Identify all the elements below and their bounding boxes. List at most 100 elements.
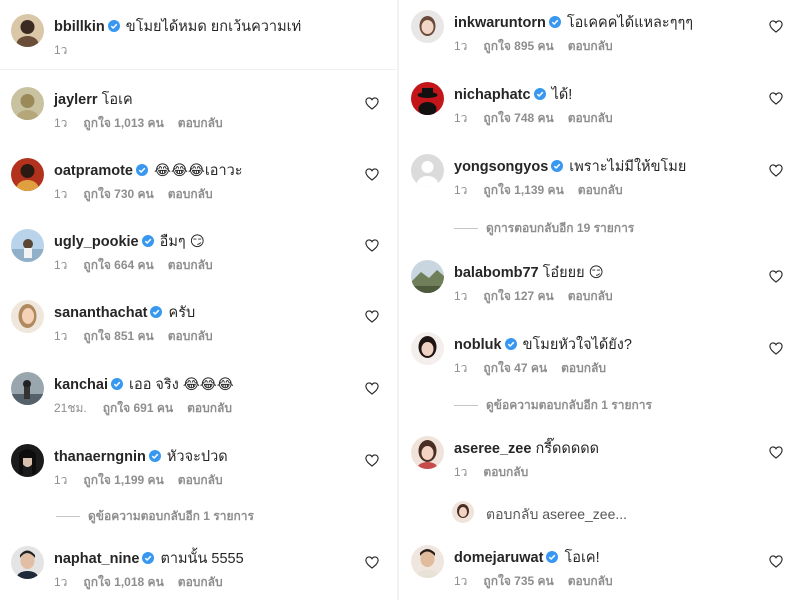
comment-text: ขโมยได้หมด ยกเว้นความเท่ xyxy=(125,19,302,35)
comment-text: กรี๊ดดดดด xyxy=(535,441,600,457)
like-heart-icon[interactable] xyxy=(769,164,783,177)
avatar[interactable] xyxy=(11,546,44,579)
reply-button[interactable]: ตอบกลับ xyxy=(561,361,606,375)
like-heart-icon[interactable] xyxy=(769,92,783,105)
reply-button[interactable]: ตอบกลับ xyxy=(568,289,613,303)
reply-button[interactable]: ตอบกลับ xyxy=(568,574,613,588)
like-count[interactable]: ถูกใจ 748 คน xyxy=(483,111,553,125)
like-heart-icon[interactable] xyxy=(365,382,379,395)
like-heart-icon[interactable] xyxy=(365,168,379,181)
verified-badge-icon xyxy=(148,449,161,462)
comment-time: 1ว xyxy=(454,183,468,197)
like-heart-icon[interactable] xyxy=(769,20,783,33)
comment-text: หัวจะปวด xyxy=(166,449,228,465)
like-heart-icon[interactable] xyxy=(365,556,379,569)
reply-button[interactable]: ตอบกลับ xyxy=(178,116,223,130)
username[interactable]: domejaruwat xyxy=(454,550,543,566)
username[interactable]: ugly_pookie xyxy=(54,234,139,250)
username[interactable]: jaylerr xyxy=(54,92,98,108)
avatar[interactable] xyxy=(411,545,444,578)
verified-badge-icon xyxy=(135,163,148,176)
like-count[interactable]: ถูกใจ 895 คน xyxy=(483,39,553,53)
like-heart-icon[interactable] xyxy=(365,310,379,323)
avatar[interactable] xyxy=(11,372,44,405)
avatar[interactable] xyxy=(411,332,444,365)
comment-text: โอ๋ยยย 😏 xyxy=(542,265,604,281)
like-count[interactable]: ถูกใจ 851 คน xyxy=(83,329,153,343)
username[interactable]: thanaerngnin xyxy=(54,449,146,465)
reply-button[interactable]: ตอบกลับ xyxy=(168,187,213,201)
comment-time: 1ว xyxy=(454,465,468,479)
like-heart-icon[interactable] xyxy=(769,270,783,283)
comment-time: 1ว xyxy=(54,258,68,272)
username[interactable]: inkwaruntorn xyxy=(454,15,546,31)
avatar[interactable] xyxy=(11,300,44,333)
reply-button[interactable]: ตอบกลับ xyxy=(578,183,623,197)
like-count[interactable]: ถูกใจ 664 คน xyxy=(83,258,153,272)
username[interactable]: bbillkin xyxy=(54,19,105,35)
comment-item: nobluk ขโมยหัวใจได้ยัง? 1ว ถูกใจ 47 คน ตอบ… xyxy=(400,332,800,392)
like-count[interactable]: ถูกใจ 1,018 คน xyxy=(83,575,163,589)
like-count[interactable]: ถูกใจ 735 คน xyxy=(483,574,553,588)
like-count[interactable]: ถูกใจ 691 คน xyxy=(103,401,173,415)
like-count[interactable]: ถูกใจ 47 คน xyxy=(483,361,547,375)
reply-button[interactable]: ตอบกลับ xyxy=(178,575,223,589)
reply-button[interactable]: ตอบกลับ xyxy=(568,39,613,53)
reply-button[interactable]: ตอบกลับ xyxy=(483,465,528,479)
like-heart-icon[interactable] xyxy=(365,239,379,252)
username[interactable]: balabomb77 xyxy=(454,265,539,281)
like-count[interactable]: ถูกใจ 730 คน xyxy=(83,187,153,201)
avatar[interactable] xyxy=(411,436,444,469)
like-count[interactable]: ถูกใจ 1,013 คน xyxy=(83,116,163,130)
like-count[interactable]: ถูกใจ 1,139 คน xyxy=(483,183,563,197)
comment-time: 21ชม. xyxy=(54,401,87,415)
view-replies-button[interactable]: ดูข้อความตอบกลับอีก 1 รายการ xyxy=(56,509,254,523)
username[interactable]: oatpramote xyxy=(54,163,133,179)
column-divider xyxy=(397,0,399,600)
comment-time: 1ว xyxy=(454,111,468,125)
like-heart-icon[interactable] xyxy=(365,454,379,467)
avatar[interactable] xyxy=(11,158,44,191)
view-replies-button[interactable]: ดูการตอบกลับอีก 19 รายการ xyxy=(454,221,634,235)
verified-badge-icon xyxy=(111,377,123,390)
reply-button[interactable]: ตอบกลับ xyxy=(187,401,232,415)
view-replies-label: ดูข้อความตอบกลับอีก 1 รายการ xyxy=(88,509,254,523)
avatar[interactable] xyxy=(411,154,444,187)
username[interactable]: nobluk xyxy=(454,337,502,353)
avatar[interactable] xyxy=(411,260,444,293)
username[interactable]: nichaphatc xyxy=(454,87,531,103)
reply-button[interactable]: ตอบกลับ xyxy=(178,473,223,487)
avatar[interactable] xyxy=(411,82,444,115)
username[interactable]: naphat_nine xyxy=(54,551,139,567)
comment-item: naphat_nine ตามนั้น 5555 1ว ถูกใจ 1,018 ค… xyxy=(0,546,396,600)
username[interactable]: kanchai xyxy=(54,377,108,393)
username[interactable]: aseree_zee xyxy=(454,441,531,457)
avatar[interactable] xyxy=(11,229,44,262)
like-count[interactable]: ถูกใจ 127 คน xyxy=(483,289,553,303)
like-count[interactable]: ถูกใจ 1,199 คน xyxy=(83,473,163,487)
reply-button[interactable]: ตอบกลับ xyxy=(168,329,213,343)
verified-badge-icon xyxy=(150,305,163,318)
replies-dash xyxy=(454,405,478,407)
comment-time: 1ว xyxy=(54,329,68,343)
like-heart-icon[interactable] xyxy=(769,342,783,355)
avatar[interactable] xyxy=(11,87,44,120)
view-replies-button[interactable]: ดูข้อความตอบกลับอีก 1 รายการ xyxy=(454,398,652,412)
comment-time: 1ว xyxy=(54,43,68,57)
comment-item: thanaerngnin หัวจะปวด 1ว ถูกใจ 1,199 คน ตอ… xyxy=(0,444,396,504)
like-heart-icon[interactable] xyxy=(769,555,783,568)
avatar[interactable] xyxy=(11,444,44,477)
like-heart-icon[interactable] xyxy=(769,446,783,459)
like-heart-icon[interactable] xyxy=(365,97,379,110)
comment-time: 1ว xyxy=(454,39,468,53)
verified-badge-icon xyxy=(533,87,546,100)
verified-badge-icon xyxy=(142,551,155,564)
comment-item: jaylerr โอเค 1ว ถูกใจ 1,013 คน ตอบกลับ xyxy=(0,87,396,147)
reply-button[interactable]: ตอบกลับ xyxy=(568,111,613,125)
comment-item: ugly_pookie อืมๆ 😏 1ว ถูกใจ 664 คน ตอบกลับ xyxy=(0,229,396,289)
username[interactable]: yongsongyos xyxy=(454,159,548,175)
avatar[interactable] xyxy=(11,14,44,47)
avatar[interactable] xyxy=(411,10,444,43)
reply-button[interactable]: ตอบกลับ xyxy=(168,258,213,272)
username[interactable]: sananthachat xyxy=(54,305,147,321)
